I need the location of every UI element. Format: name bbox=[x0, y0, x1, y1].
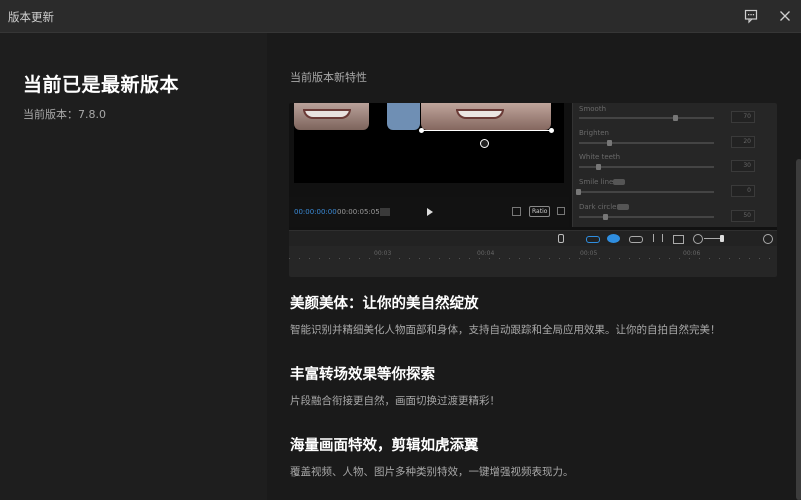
ruler-tick: 00:04 bbox=[477, 250, 495, 257]
timeline-toolbar bbox=[289, 230, 777, 247]
adjust-knob-smile-lines bbox=[576, 189, 581, 195]
feature-title: 海量画面特效，剪辑如虎添翼 bbox=[290, 438, 479, 454]
feedback-icon[interactable] bbox=[743, 8, 759, 24]
feature-title: 美颜美体：让你的美自然绽放 bbox=[290, 296, 479, 312]
current-version-label: 当前版本：7.8.0 bbox=[23, 108, 106, 121]
feature-screenshot: 00:00:00:00 00:00:05:05 Ratio Smooth 70 … bbox=[289, 103, 777, 277]
latest-version-heading: 当前已是最新版本 bbox=[23, 74, 180, 96]
microphone-icon bbox=[558, 234, 564, 243]
adjust-value-smooth: 70 bbox=[743, 113, 751, 120]
video-preview bbox=[294, 103, 564, 183]
feature-item: 海量画面特效，剪辑如虎添翼 覆盖视频、人物、图片多种类别特效，一键增强视频表现力… bbox=[290, 434, 574, 479]
adjust-label-dark-circles: Dark circles bbox=[579, 203, 621, 211]
timeline-ruler: 00:03 00:04 00:05 00:06 bbox=[289, 246, 777, 277]
adjust-label-brighten: Brighten bbox=[579, 129, 609, 137]
zoom-out-icon bbox=[693, 234, 703, 244]
close-icon[interactable] bbox=[777, 8, 793, 24]
feature-description: 智能识别并精细美化人物面部和身体，支持自动跟踪和全局应用效果。让你的自拍自然完美… bbox=[290, 324, 721, 336]
ruler-tick: 00:05 bbox=[580, 250, 598, 257]
window-title: 版本更新 bbox=[8, 10, 54, 24]
crop-icon bbox=[512, 207, 521, 216]
current-timecode: 00:00:00:00 bbox=[294, 208, 337, 216]
adjust-value-white-teeth: 30 bbox=[743, 162, 751, 169]
split-icon bbox=[653, 234, 663, 242]
section-label: 当前版本新特性 bbox=[290, 71, 367, 84]
adjust-label-white-teeth: White teeth bbox=[579, 153, 621, 161]
feature-description: 片段融合衔接更自然，画面切换过渡更精彩！ bbox=[290, 395, 500, 407]
preview-axis-icon bbox=[673, 235, 684, 244]
feature-title: 丰富转场效果等你探索 bbox=[290, 367, 435, 383]
scrollbar-thumb[interactable] bbox=[796, 159, 801, 500]
feature-item: 丰富转场效果等你探索 片段融合衔接更自然，画面切换过渡更精彩！ bbox=[290, 363, 500, 408]
ruler-tick: 00:03 bbox=[374, 250, 392, 257]
player-controls: 00:00:00:00 00:00:05:05 Ratio bbox=[289, 197, 569, 227]
ratio-button: Ratio bbox=[529, 206, 551, 217]
adjust-label-smile-lines: Smile lines bbox=[579, 178, 617, 186]
adjust-value-smile-lines: 0 bbox=[747, 187, 751, 194]
chain-icon bbox=[629, 236, 643, 243]
adjust-knob-white-teeth bbox=[596, 164, 601, 170]
adjust-knob-dark-circles bbox=[603, 214, 608, 220]
adjust-knob-smooth bbox=[673, 115, 678, 121]
total-timecode: 00:00:05:05 bbox=[337, 208, 380, 216]
release-notes-panel[interactable]: 当前版本新特性 00:00:00:00 00:00:05:05 Ratio Sm… bbox=[267, 33, 801, 500]
adjust-value-dark-circles: 50 bbox=[743, 212, 751, 219]
adjust-knob-brighten bbox=[607, 140, 612, 146]
title-bar: 版本更新 bbox=[0, 0, 801, 33]
ruler-tick: 00:06 bbox=[683, 250, 701, 257]
version-panel: 当前已是最新版本 当前版本：7.8.0 bbox=[0, 33, 267, 500]
magnet-icon bbox=[607, 234, 620, 243]
feature-description: 覆盖视频、人物、图片多种类别特效，一键增强视频表现力。 bbox=[290, 466, 574, 478]
link-icon bbox=[586, 236, 600, 243]
zoom-in-icon bbox=[763, 234, 773, 244]
adjust-label-smooth: Smooth bbox=[579, 105, 607, 113]
play-icon bbox=[427, 208, 433, 216]
adjust-value-brighten: 20 bbox=[743, 138, 751, 145]
rotate-handle-icon bbox=[480, 139, 489, 148]
fullscreen-icon bbox=[557, 207, 565, 215]
feature-item: 美颜美体：让你的美自然绽放 智能识别并精细美化人物面部和身体，支持自动跟踪和全局… bbox=[290, 292, 721, 337]
beauty-adjust-panel: Smooth 70 Brighten 20 White teeth 30 Smi… bbox=[572, 103, 777, 227]
